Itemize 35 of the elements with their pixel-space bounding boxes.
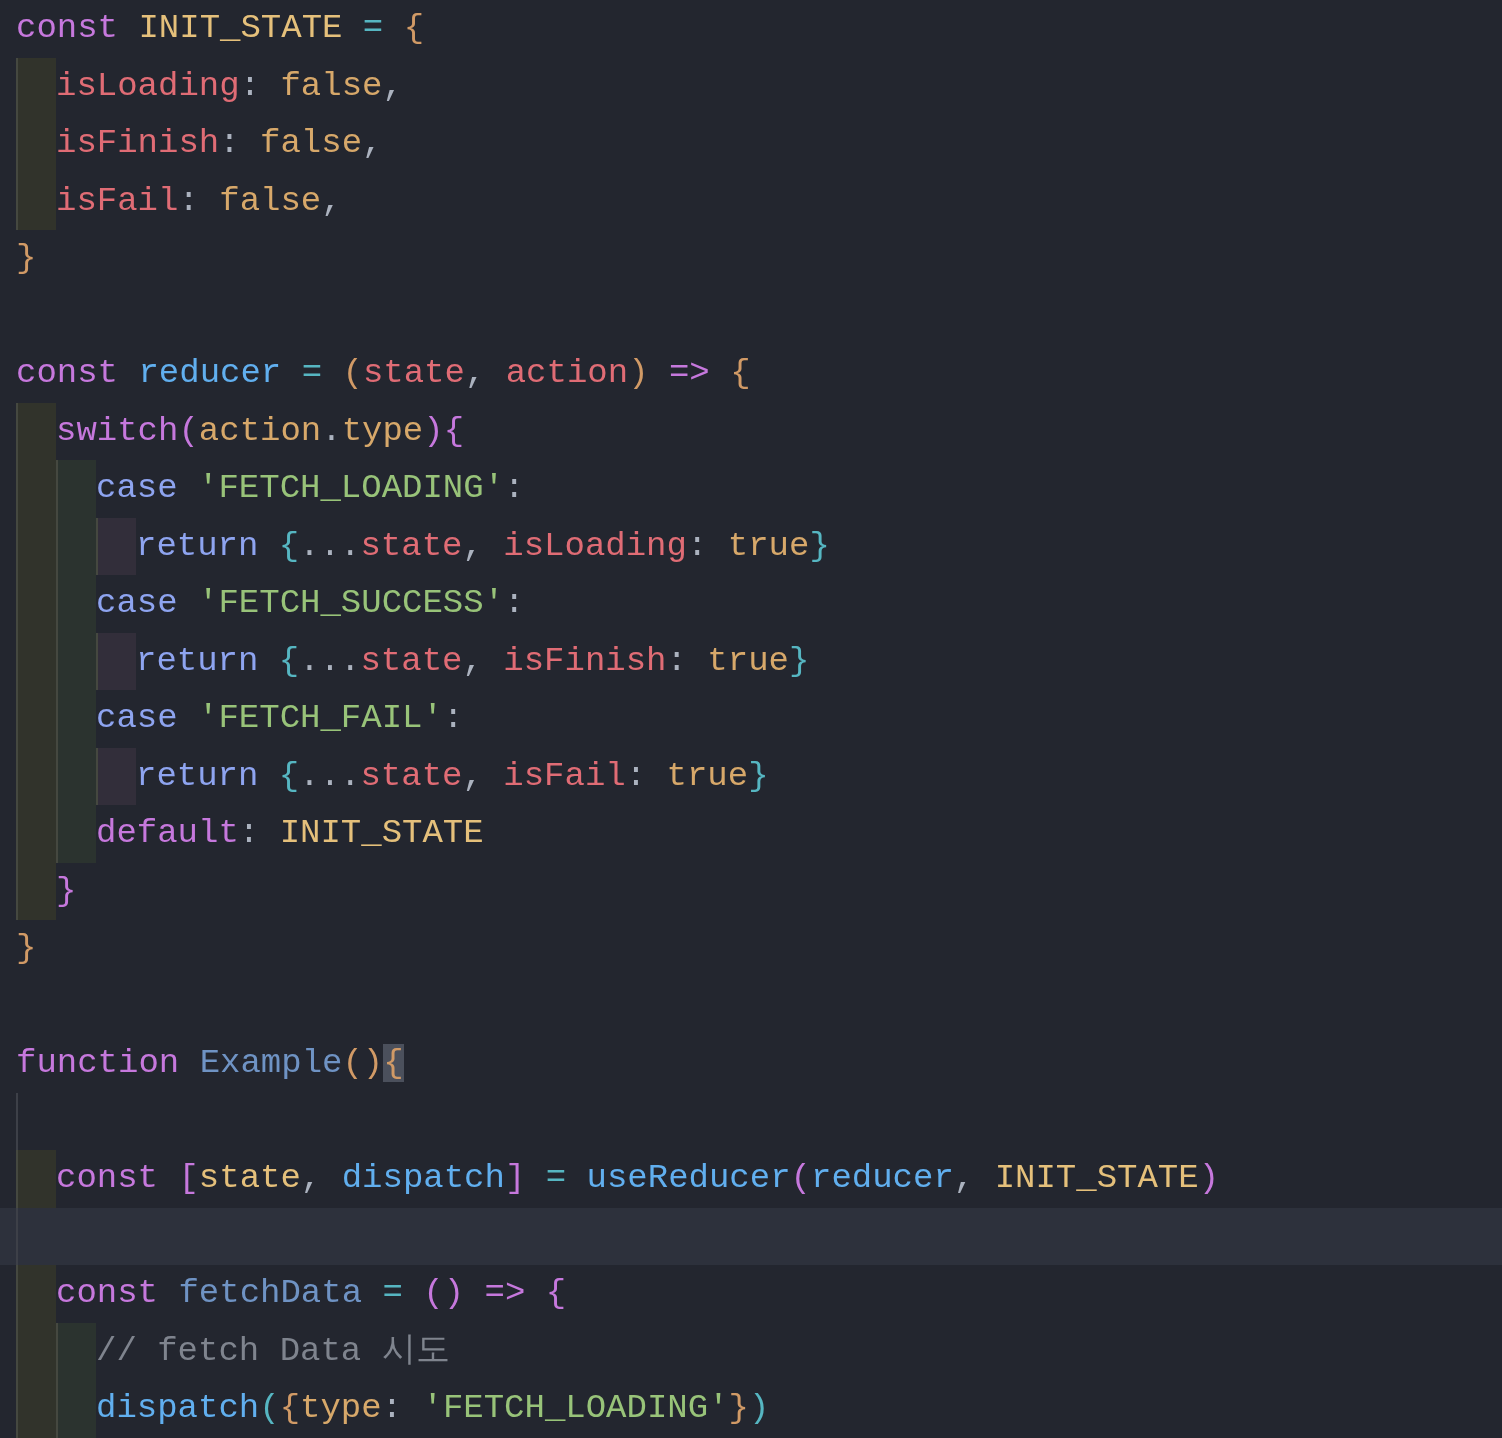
indent-guide (16, 1380, 56, 1438)
indent-guide (16, 402, 56, 460)
code-line: default: INIT_STATE (96, 813, 484, 854)
code-line: return {...state, isFinish: true} (136, 640, 810, 682)
code-line: const fetchData = () => { (56, 1273, 567, 1314)
code-line: } (16, 238, 37, 279)
code-line: const reducer = (state, action) => { (16, 353, 751, 394)
code-line: return {...state, isFail: true} (136, 755, 769, 797)
indent-guide (16, 862, 56, 920)
indent-guide (16, 1265, 56, 1323)
indent-guide (16, 57, 56, 115)
code-line: case 'FETCH_FAIL': (96, 698, 464, 739)
indent-guide (16, 172, 56, 230)
indent-guide (56, 460, 96, 518)
indent-guide (56, 1322, 96, 1380)
code-line: const [state, dispatch] = useReducer(reducer, INIT_STATE) (56, 1158, 1220, 1199)
indent-guide (56, 1380, 96, 1438)
indent-guide (96, 632, 136, 690)
indent-guide (56, 805, 96, 863)
code-line: function Example(){ (16, 1043, 404, 1084)
code-line: isFail: false, (56, 180, 342, 222)
indent-guide (16, 1150, 56, 1208)
code-line: return {...state, isLoading: true} (136, 525, 830, 567)
code-line: isLoading: false, (56, 65, 403, 107)
code-line: case 'FETCH_SUCCESS': (96, 583, 525, 624)
indent-guide (96, 747, 136, 805)
code-line: isFinish: false, (56, 123, 383, 164)
code-line: switch(action.type){ (56, 410, 465, 452)
code-line: // fetch Data 시도 (96, 1330, 450, 1372)
code-line: } (16, 928, 37, 969)
code-line: } (56, 870, 77, 912)
code-line: case 'FETCH_LOADING': (96, 468, 525, 509)
code-line: const INIT_STATE = { (16, 8, 425, 49)
code-line: dispatch({type: 'FETCH_LOADING'}) (96, 1388, 770, 1429)
indent-guide (96, 517, 136, 575)
